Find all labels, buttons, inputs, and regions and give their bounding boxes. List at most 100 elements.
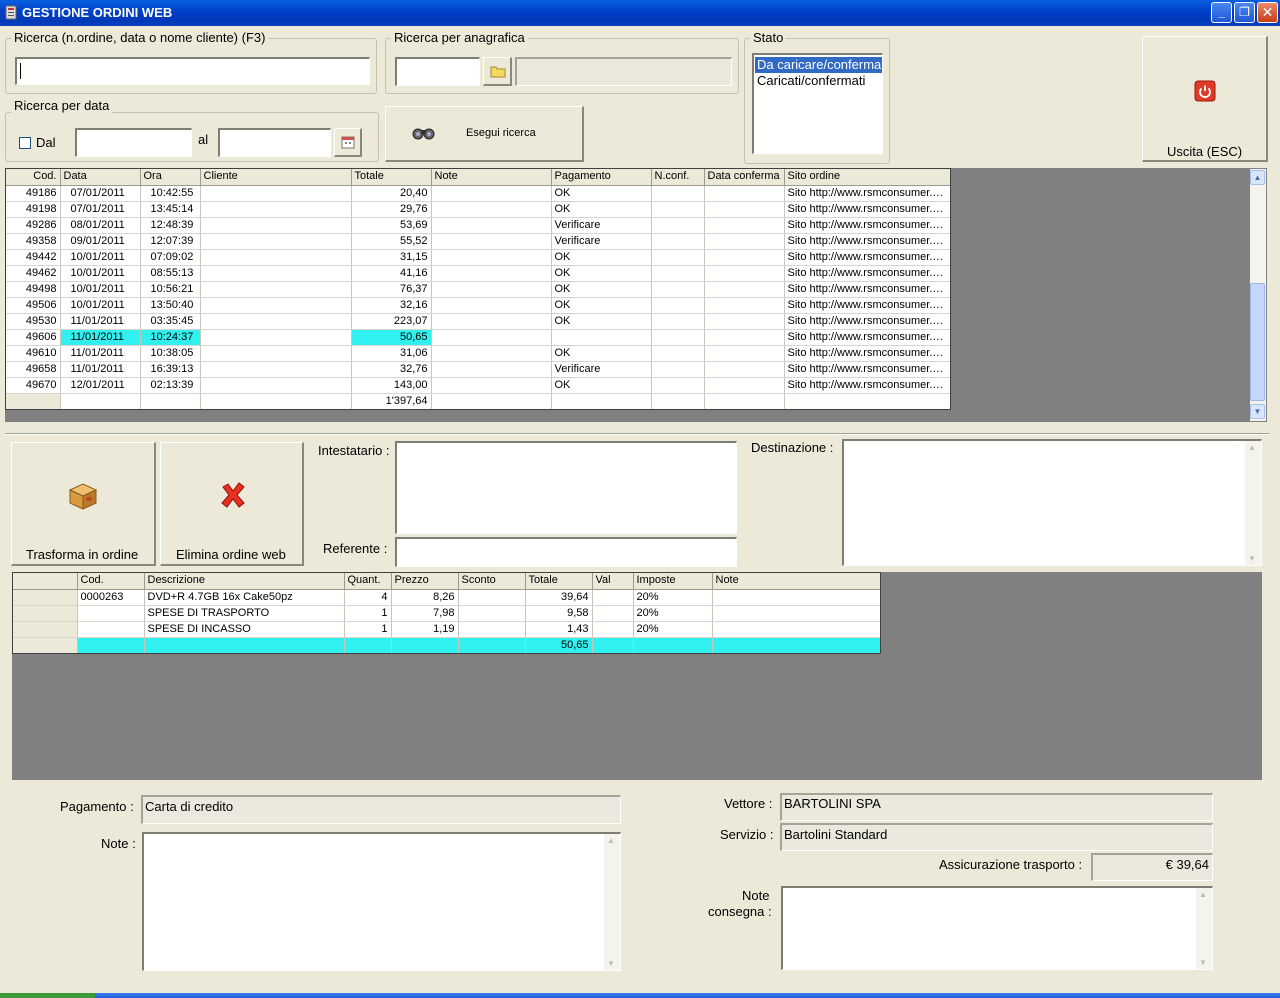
stato-item-caricati[interactable]: Caricati/confermati — [755, 73, 882, 89]
order-cell: 10/01/2011 — [60, 281, 141, 298]
scroll-up-arrow[interactable]: ▲ — [1250, 170, 1265, 185]
start-button-edge[interactable] — [0, 993, 95, 998]
items-col-header[interactable]: Totale — [525, 573, 593, 590]
orders-col-header[interactable]: Cliente — [200, 169, 352, 186]
order-row[interactable]: 49198 07/01/2011 13:45:14 29,76 OK Sito http:… — [6, 201, 950, 218]
convert-to-order-button[interactable]: Trasforma in ordine — [11, 442, 156, 566]
orders-col-header[interactable]: Cod. — [6, 169, 61, 186]
scroll-up-arrow[interactable]: ▲ — [607, 836, 615, 845]
items-col-header[interactable] — [13, 573, 78, 590]
scroll-down-arrow[interactable]: ▼ — [1199, 958, 1207, 967]
scroll-up-arrow[interactable]: ▲ — [1199, 890, 1207, 899]
pagamento-field: Carta di credito — [141, 795, 621, 824]
date-from-input[interactable] — [75, 128, 192, 157]
order-row[interactable]: 49442 10/01/2011 07:09:02 31,15 OK Sito http:… — [6, 249, 950, 266]
exit-button[interactable]: Uscita (ESC) — [1142, 36, 1268, 162]
orders-col-header[interactable]: Ora — [140, 169, 201, 186]
item-row[interactable]: SPESE DI TRASPORTO 1 7,98 9,58 20% — [13, 605, 880, 622]
order-row[interactable]: 49186 07/01/2011 10:42:55 20,40 OK Sito http:… — [6, 185, 950, 202]
note-consegna-scrollbar[interactable]: ▲ ▼ — [1196, 888, 1212, 969]
item-row[interactable]: SPESE DI INCASSO 1 1,19 1,43 20% — [13, 621, 880, 638]
orders-col-header[interactable]: Data conferma — [704, 169, 785, 186]
item-row[interactable]: 0000263 DVD+R 4.7GB 16x Cake50pz 4 8,26 39,6… — [13, 589, 880, 606]
items-col-header[interactable]: Note — [712, 573, 880, 590]
calendar-button[interactable] — [334, 128, 362, 157]
order-cell — [704, 265, 785, 282]
item-cell — [144, 637, 345, 653]
orders-col-header[interactable]: Pagamento — [551, 169, 652, 186]
items-col-header[interactable]: Imposte — [633, 573, 713, 590]
items-col-header[interactable]: Cod. — [77, 573, 145, 590]
destinazione-scrollbar[interactable]: ▲ ▼ — [1245, 441, 1261, 565]
app-icon — [5, 5, 17, 20]
order-cell: 10:56:21 — [140, 281, 201, 298]
orders-col-header[interactable]: N.conf. — [651, 169, 705, 186]
close-button[interactable]: ✕ — [1257, 2, 1278, 23]
order-cell: 13:45:14 — [140, 201, 201, 218]
order-row[interactable]: 49506 10/01/2011 13:50:40 32,16 OK Sito http:… — [6, 297, 950, 314]
order-row[interactable]: 49286 08/01/2011 12:48:39 53,69 Verificare Si… — [6, 217, 950, 234]
order-row[interactable]: 49358 09/01/2011 12:07:39 55,52 Verificare Si… — [6, 233, 950, 250]
order-cell: 12/01/2011 — [60, 377, 141, 394]
item-cell — [458, 605, 526, 622]
order-row[interactable]: 49658 11/01/2011 16:39:13 32,76 Verificare Si… — [6, 361, 950, 378]
search-input[interactable] — [15, 57, 370, 85]
item-cell: 20% — [633, 621, 713, 638]
order-cell — [200, 377, 352, 394]
title-bar[interactable]: GESTIONE ORDINI WEB _ ❐ ✕ — [0, 0, 1280, 26]
order-row[interactable]: 49462 10/01/2011 08:55:13 41,16 OK Sito http:… — [6, 265, 950, 282]
items-col-header[interactable]: Sconto — [458, 573, 526, 590]
minimize-button[interactable]: _ — [1211, 2, 1232, 23]
orders-col-header[interactable]: Totale — [351, 169, 432, 186]
orders-grid[interactable]: Cod. Data Ora Cliente Totale Note Pagamento N.c… — [5, 168, 951, 410]
scroll-up-arrow[interactable]: ▲ — [1248, 443, 1256, 452]
scroll-down-arrow[interactable]: ▼ — [1250, 404, 1265, 419]
referente-field[interactable] — [395, 537, 737, 567]
intestatario-field[interactable] — [395, 441, 737, 534]
order-cell: 12:07:39 — [140, 233, 201, 250]
item-cell — [712, 637, 880, 653]
order-row[interactable]: 49530 11/01/2011 03:35:45 223,07 OK Sito http… — [6, 313, 950, 330]
date-to-input[interactable] — [218, 128, 331, 157]
orders-col-header[interactable]: Sito ordine — [784, 169, 950, 186]
item-cell — [77, 605, 145, 622]
search-button[interactable]: Esegui ricerca — [385, 106, 584, 162]
box-icon — [68, 483, 98, 510]
delete-x-icon — [221, 482, 245, 508]
order-row[interactable]: 49498 10/01/2011 10:56:21 76,37 OK Sito http:… — [6, 281, 950, 298]
stato-item-da-caricare[interactable]: Da caricare/confermare — [755, 57, 882, 73]
order-cell — [200, 265, 352, 282]
note-scrollbar[interactable]: ▲ ▼ — [604, 834, 620, 970]
delete-web-order-button[interactable]: Elimina ordine web — [160, 442, 304, 566]
assicurazione-field: € 39,64 — [1091, 853, 1213, 881]
scroll-down-arrow[interactable]: ▼ — [1248, 554, 1256, 563]
order-row[interactable]: 49670 12/01/2011 02:13:39 143,00 OK Sito http… — [6, 377, 950, 394]
dal-checkbox[interactable] — [19, 137, 31, 149]
browse-anagrafica-button[interactable] — [483, 57, 512, 86]
orders-scrollbar[interactable]: ▲ ▼ — [1250, 169, 1266, 421]
items-col-header[interactable]: Val — [592, 573, 634, 590]
note-consegna-field[interactable]: ▲ ▼ — [781, 886, 1213, 970]
anagrafica-code-input[interactable] — [395, 57, 480, 86]
orders-col-header[interactable]: Note — [431, 169, 552, 186]
order-row[interactable]: 49606 11/01/2011 10:24:37 50,65 Sito http://… — [6, 329, 950, 346]
orders-col-header[interactable]: Data — [60, 169, 141, 186]
items-col-header[interactable]: Descrizione — [144, 573, 345, 590]
item-cell — [458, 589, 526, 606]
order-cell — [651, 313, 705, 330]
items-col-header[interactable]: Prezzo — [391, 573, 459, 590]
order-cell — [551, 393, 652, 409]
destinazione-field[interactable]: ▲ ▼ — [842, 439, 1262, 566]
item-cell: 4 — [344, 589, 392, 606]
vettore-label: Vettore : — [724, 796, 773, 811]
order-cell — [200, 329, 352, 346]
stato-listbox[interactable]: Da caricare/confermare Caricati/conferma… — [752, 53, 883, 154]
item-cell: 7,98 — [391, 605, 459, 622]
scroll-down-arrow[interactable]: ▼ — [607, 959, 615, 968]
restore-button[interactable]: ❐ — [1234, 2, 1255, 23]
scroll-thumb[interactable] — [1250, 283, 1265, 401]
items-col-header[interactable]: Quant. — [344, 573, 392, 590]
note-field[interactable]: ▲ ▼ — [142, 832, 621, 971]
items-grid[interactable]: Cod. Descrizione Quant. Prezzo Sconto Totale V… — [12, 572, 881, 654]
order-row[interactable]: 49610 11/01/2011 10:38:05 31,06 OK Sito http:… — [6, 345, 950, 362]
